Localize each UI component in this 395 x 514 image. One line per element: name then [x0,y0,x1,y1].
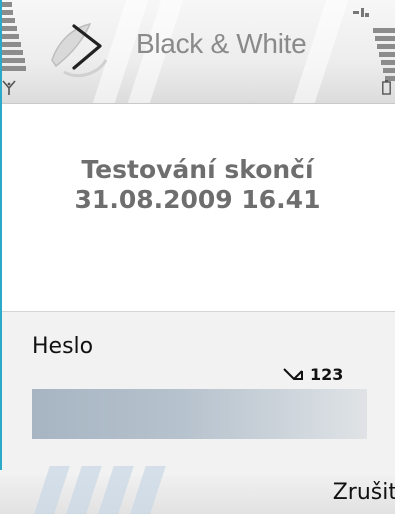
window-edge [0,0,2,470]
password-label: Heslo [32,334,94,359]
divider [0,103,395,104]
signal-strength-indicator [0,0,26,80]
background-stripe [287,0,355,120]
password-query: Heslo 123 [0,311,395,477]
input-mode-label: 123 [310,364,344,384]
cancel-softkey[interactable]: Zrušit [333,480,395,505]
message-line-2: 31.08.2009 16.41 [74,185,321,214]
password-field[interactable] [32,389,367,439]
app-title: Black & White [136,28,307,59]
connectivity-icon [353,8,369,17]
status-pane: Black & White [0,0,395,120]
pen-input-icon [283,368,303,380]
expiry-message: Testování skončí 31.08.2009 16.41 [0,155,395,215]
battery-level-indicator [369,26,395,84]
antenna-icon [2,80,16,95]
battery-icon [382,80,391,95]
app-logo-icon [51,22,108,77]
softkey-bar: Zrušit [0,466,395,514]
screen: Black & White Testování skončí 31.08.200… [0,0,395,514]
message-line-1: Testování skončí [81,155,314,184]
input-mode-indicator: 123 [282,363,343,385]
